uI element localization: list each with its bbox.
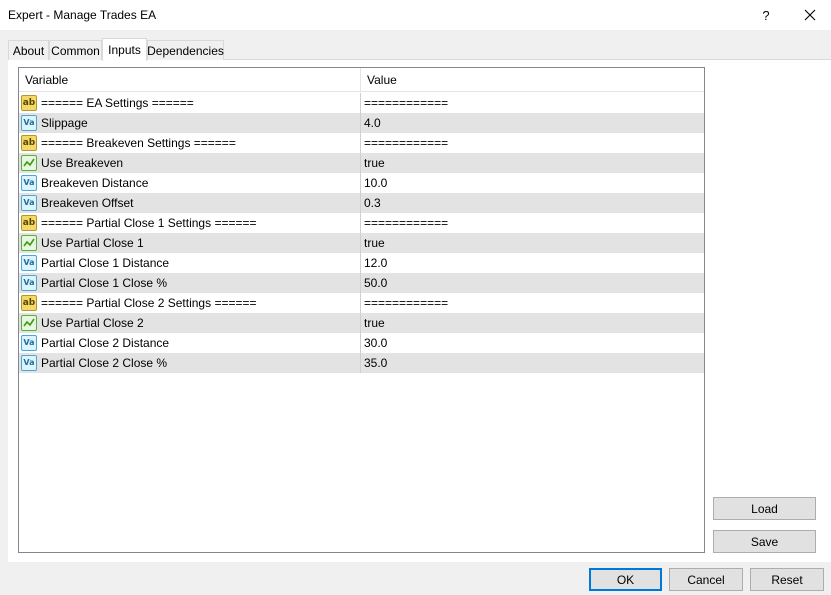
grid-row[interactable]: ab ====== Partial Close 1 Settings ======…	[19, 213, 704, 233]
cancel-button[interactable]: Cancel	[669, 568, 743, 591]
variable-value[interactable]: 35.0	[364, 353, 387, 373]
tab-dependencies[interactable]: Dependencies	[147, 40, 224, 60]
variable-name: Breakeven Distance	[41, 176, 149, 190]
variable-value[interactable]: 30.0	[364, 333, 387, 353]
cell-divider	[360, 113, 361, 133]
grid-row[interactable]: Va Partial Close 2 Distance 30.0	[19, 333, 704, 353]
save-button[interactable]: Save	[713, 530, 816, 553]
variable-value[interactable]: 10.0	[364, 173, 387, 193]
cell-divider	[360, 233, 361, 253]
grid-row[interactable]: Va Partial Close 1 Distance 12.0	[19, 253, 704, 273]
cell-divider	[360, 273, 361, 293]
variable-name: Use Partial Close 2	[41, 316, 144, 330]
number-type-icon: Va	[21, 115, 37, 131]
string-type-icon: ab	[21, 215, 37, 231]
number-type-icon: Va	[21, 195, 37, 211]
variable-name: Use Breakeven	[41, 156, 124, 170]
variable-name: Partial Close 1 Distance	[41, 256, 170, 270]
grid-row[interactable]: Use Breakeven true	[19, 153, 704, 173]
grid-row[interactable]: Va Breakeven Offset 0.3	[19, 193, 704, 213]
variable-name: Slippage	[41, 116, 88, 130]
grid-row[interactable]: ab ====== Partial Close 2 Settings ======…	[19, 293, 704, 313]
variable-name: Breakeven Offset	[41, 196, 134, 210]
variable-name: Use Partial Close 1	[41, 236, 144, 250]
grid-row[interactable]: Va Partial Close 1 Close % 50.0	[19, 273, 704, 293]
cell-divider	[360, 153, 361, 173]
variable-value[interactable]: 0.3	[364, 193, 381, 213]
variable-name: Partial Close 2 Distance	[41, 336, 170, 350]
cell-divider	[360, 133, 361, 153]
tab-inputs[interactable]: Inputs	[102, 38, 147, 61]
number-type-icon: Va	[21, 335, 37, 351]
variable-value[interactable]: 4.0	[364, 113, 381, 133]
variable-value[interactable]: true	[364, 153, 385, 173]
grid-row[interactable]: ab ====== Breakeven Settings ====== ======…	[19, 133, 704, 153]
inputs-grid[interactable]: Variable Value ab ====== EA Settings ====…	[18, 67, 705, 553]
cell-divider	[360, 173, 361, 193]
variable-name: Partial Close 2 Close %	[41, 356, 168, 370]
number-type-icon: Va	[21, 275, 37, 291]
variable-value[interactable]: true	[364, 313, 385, 333]
number-type-icon: Va	[21, 255, 37, 271]
bool-type-icon	[21, 235, 37, 251]
grid-row[interactable]: Va Partial Close 2 Close % 35.0	[19, 353, 704, 373]
bool-type-icon	[21, 315, 37, 331]
load-button[interactable]: Load	[713, 497, 816, 520]
variable-value[interactable]: true	[364, 233, 385, 253]
cell-divider	[360, 333, 361, 353]
close-icon	[804, 9, 816, 21]
variable-value[interactable]: ============	[364, 133, 448, 153]
cell-divider	[360, 93, 361, 113]
cell-divider	[360, 313, 361, 333]
window-title: Expert - Manage Trades EA	[8, 8, 157, 22]
variable-value[interactable]: 12.0	[364, 253, 387, 273]
cell-divider	[360, 293, 361, 313]
variable-name: ====== EA Settings ======	[41, 96, 194, 110]
variable-name: ====== Breakeven Settings ======	[41, 136, 236, 150]
string-type-icon: ab	[21, 95, 37, 111]
grid-row[interactable]: Va Slippage 4.0	[19, 113, 704, 133]
title-bar: Expert - Manage Trades EA ?	[0, 0, 831, 30]
bool-type-icon	[21, 155, 37, 171]
grid-row[interactable]: Va Breakeven Distance 10.0	[19, 173, 704, 193]
close-button[interactable]	[795, 0, 825, 30]
column-header-variable[interactable]: Variable	[19, 68, 68, 92]
number-type-icon: Va	[21, 175, 37, 191]
grid-row[interactable]: Use Partial Close 2 true	[19, 313, 704, 333]
variable-name: ====== Partial Close 2 Settings ======	[41, 296, 257, 310]
variable-name: Partial Close 1 Close %	[41, 276, 168, 290]
variable-value[interactable]: ============	[364, 293, 448, 313]
tab-common[interactable]: Common	[49, 40, 102, 60]
variable-name: ====== Partial Close 1 Settings ======	[41, 216, 257, 230]
variable-value[interactable]: ============	[364, 93, 448, 113]
column-header-value[interactable]: Value	[361, 68, 397, 92]
reset-button[interactable]: Reset	[750, 568, 824, 591]
cell-divider	[360, 353, 361, 373]
cell-divider	[360, 213, 361, 233]
grid-row[interactable]: Use Partial Close 1 true	[19, 233, 704, 253]
string-type-icon: ab	[21, 295, 37, 311]
number-type-icon: Va	[21, 355, 37, 371]
variable-value[interactable]: 50.0	[364, 273, 387, 293]
grid-header: Variable Value	[19, 68, 704, 92]
cell-divider	[360, 193, 361, 213]
help-button[interactable]: ?	[752, 0, 780, 30]
cell-divider	[360, 253, 361, 273]
tab-about[interactable]: About	[8, 40, 49, 60]
grid-row[interactable]: ab ====== EA Settings ====== ============	[19, 93, 704, 113]
string-type-icon: ab	[21, 135, 37, 151]
ok-button[interactable]: OK	[589, 568, 662, 591]
variable-value[interactable]: ============	[364, 213, 448, 233]
